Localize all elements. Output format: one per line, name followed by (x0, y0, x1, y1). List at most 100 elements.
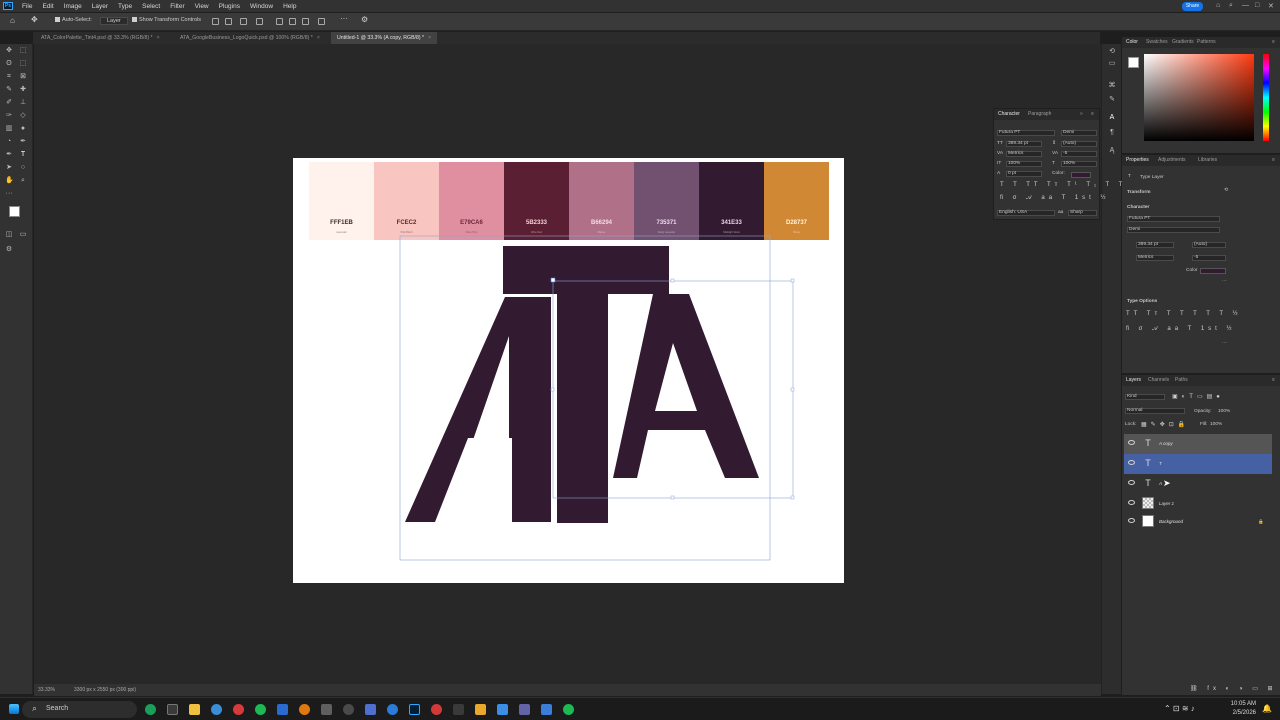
menu-help[interactable]: Help (278, 3, 301, 10)
layer-name[interactable]: Background (1159, 519, 1183, 524)
baseline-input[interactable]: 0 pt (1006, 171, 1042, 177)
visibility-eye-icon[interactable] (1128, 460, 1135, 465)
type-options-section[interactable]: Type Options (1127, 299, 1157, 304)
layer-row-background[interactable]: Background 🔒 (1124, 512, 1272, 532)
layer-name[interactable]: T (1159, 461, 1162, 466)
panel-menu-icon[interactable]: ≡ (1272, 377, 1275, 383)
eraser-tool-icon[interactable]: ◇ (19, 112, 27, 120)
transform-handle[interactable] (670, 278, 675, 283)
move-tool-icon[interactable]: ✥ (5, 47, 13, 55)
visibility-eye-icon[interactable] (1128, 518, 1135, 523)
taskbar-search[interactable]: ⌕ Search (22, 701, 137, 718)
text-color-swatch[interactable] (1071, 172, 1091, 178)
close-icon[interactable]: × (157, 35, 160, 41)
blur-tool-icon[interactable]: ● (19, 125, 27, 133)
tab-color[interactable]: Color (1126, 39, 1138, 45)
tab-libraries[interactable]: Libraries (1198, 157, 1217, 163)
font-family-dropdown[interactable]: Futura PT (997, 130, 1055, 136)
close-icon[interactable]: ✕ (1268, 2, 1274, 10)
app-icon[interactable] (453, 704, 464, 715)
document-canvas[interactable]: FFF1EB Lavender FCEC2 Pink Blush E79CA6 Ros… (293, 158, 844, 583)
zoom-tool-icon[interactable]: ⌕ (19, 177, 27, 185)
menu-file[interactable]: File (17, 3, 37, 10)
foreground-color-swatch[interactable] (1128, 57, 1139, 68)
tab-untitled-1[interactable]: Untitled-1 @ 33.3% (A copy, RGB/8) * × (331, 32, 438, 44)
menu-window[interactable]: Window (245, 3, 278, 10)
more-options-icon[interactable]: ··· (1222, 341, 1227, 346)
align-right-icon[interactable] (240, 18, 247, 25)
align-bottom-icon[interactable] (289, 18, 296, 25)
visibility-eye-icon[interactable] (1128, 480, 1135, 485)
align-top-icon[interactable] (256, 18, 263, 25)
clock-time[interactable]: 10:05 AM (1214, 701, 1256, 707)
gradient-tool-icon[interactable]: ▥ (5, 125, 13, 133)
visibility-eye-icon[interactable] (1128, 440, 1135, 445)
app-icon[interactable] (343, 704, 354, 715)
opentype-buttons[interactable]: ﬁ σ 𝒜 aa T 1st ½ (1126, 326, 1236, 333)
brush-settings-icon[interactable]: ✎ (1108, 96, 1116, 104)
quick-mask-icon[interactable]: ◫ (5, 231, 13, 239)
hand-tool-icon[interactable]: ✋ (5, 177, 14, 185)
more-options-icon[interactable]: ··· (1222, 279, 1227, 284)
shape-tool-icon[interactable]: ○ (19, 164, 27, 172)
visibility-eye-icon[interactable] (1128, 500, 1135, 505)
transform-handle[interactable] (790, 387, 795, 392)
stamp-tool-icon[interactable]: ⊥ (19, 99, 27, 107)
menu-image[interactable]: Image (59, 3, 87, 10)
character-section[interactable]: Character (1127, 205, 1149, 210)
pen-tool-alt-icon[interactable]: ✒ (5, 151, 13, 159)
chrome-icon[interactable] (211, 704, 222, 715)
language-dropdown[interactable]: English: USA (997, 210, 1055, 216)
edge-icon[interactable] (387, 704, 398, 715)
tab-paths[interactable]: Paths (1175, 377, 1188, 383)
firefox-icon[interactable] (299, 704, 310, 715)
app-icon[interactable] (475, 704, 486, 715)
kerning-dropdown[interactable]: Metrics (1136, 255, 1174, 261)
search-icon[interactable]: ⌕ (1229, 2, 1233, 10)
foreground-color-swatch[interactable] (9, 206, 20, 217)
align-center-icon[interactable] (225, 18, 232, 25)
leading-input[interactable]: (Auto) (1061, 141, 1097, 147)
layer-row-a[interactable]: T A (1124, 474, 1272, 494)
layer-name[interactable]: A (1159, 481, 1162, 486)
pen-tool-icon[interactable]: ✒ (19, 138, 27, 146)
move-tool-icon[interactable]: ✥ (31, 15, 38, 24)
menu-select[interactable]: Select (137, 3, 165, 10)
more-tools-icon[interactable]: ··· (5, 190, 13, 198)
edit-toolbar-icon[interactable]: ⚙ (5, 246, 13, 254)
collapse-icon[interactable]: » (1080, 111, 1083, 117)
font-style-dropdown[interactable]: Demi (1061, 130, 1097, 136)
fill-value[interactable]: 100% (1210, 422, 1222, 427)
screen-mode-icon[interactable]: ▭ (19, 231, 27, 239)
transform-handle[interactable] (550, 277, 556, 283)
transform-handle[interactable] (790, 278, 795, 283)
app-icon[interactable] (277, 704, 288, 715)
app-icon[interactable] (541, 704, 552, 715)
tab-adjustments[interactable]: Adjustments (1158, 157, 1186, 163)
filter-kind-dropdown[interactable]: Kind (1125, 394, 1165, 400)
tab-google-business[interactable]: ATA_GoogleBusiness_LogoQuick.psd @ 100% … (174, 32, 326, 44)
windows-start-icon[interactable] (9, 704, 19, 714)
tab-character[interactable]: Character (998, 111, 1020, 117)
tab-channels[interactable]: Channels (1148, 377, 1169, 383)
settings-icon[interactable] (321, 704, 332, 715)
file-explorer-icon[interactable] (189, 704, 200, 715)
letter-a-left[interactable] (405, 297, 551, 522)
font-size-input[interactable]: 389.34 pt (1136, 242, 1174, 248)
text-color-swatch[interactable] (1200, 268, 1226, 274)
font-style-dropdown[interactable]: Demi (1127, 227, 1220, 233)
notification-icon[interactable]: 🔔 (1262, 704, 1272, 713)
leading-input[interactable]: (Auto) (1192, 242, 1226, 248)
panel-menu-icon[interactable]: ≡ (1091, 111, 1094, 117)
lasso-tool-icon[interactable]: ʘ (5, 60, 13, 68)
app-icon[interactable] (431, 704, 442, 715)
teams-icon[interactable] (519, 704, 530, 715)
system-tray-icons[interactable]: ⌃ ⊡ ≋ ♪ (1164, 704, 1195, 713)
more-options-icon[interactable]: ··· (340, 14, 348, 23)
photoshop-logo-icon[interactable]: Ps (3, 2, 13, 10)
artboard-tool-icon[interactable]: ⬚ (19, 47, 27, 55)
transform-handle[interactable] (550, 387, 555, 392)
minimize-icon[interactable]: — (1242, 2, 1249, 9)
layer-row-layer-1[interactable]: Layer 1 (1124, 494, 1272, 514)
app-icon[interactable] (365, 704, 376, 715)
